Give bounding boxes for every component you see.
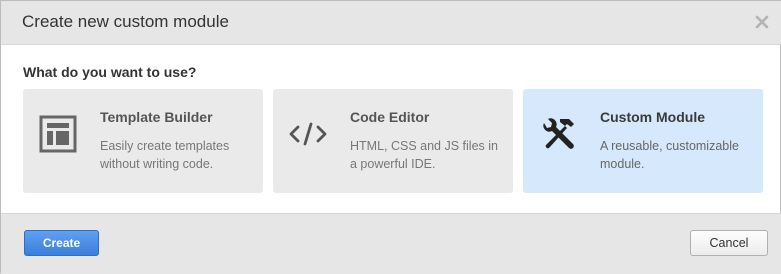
option-description: Easily create templates without writing … [100,139,230,171]
close-icon[interactable] [753,13,771,31]
wrench-hammer-icon [543,118,574,149]
question-label: What do you want to use? [23,64,197,80]
option-description: A reusable, customizable module. [600,139,739,171]
option-title: Code Editor [350,109,430,125]
option-description: HTML, CSS and JS files in a powerful IDE… [350,139,498,171]
dialog-footer: Create Cancel [1,213,781,274]
dialog-title: Create new custom module [22,12,229,31]
code-brackets-icon [289,122,327,146]
create-module-dialog: Create new custom module What do you wan… [0,0,781,274]
layout-grid-icon [39,115,77,153]
option-custom-module[interactable]: Custom Module A reusable, customizable m… [523,89,763,193]
option-title: Template Builder [100,109,213,125]
cancel-button[interactable]: Cancel [690,230,768,256]
create-button[interactable]: Create [24,230,99,256]
option-title: Custom Module [600,109,705,125]
dialog-header: Create new custom module [1,1,781,45]
option-template-builder[interactable]: Template Builder Easily create templates… [23,89,263,193]
option-code-editor[interactable]: Code Editor HTML, CSS and JS files in a … [273,89,513,193]
